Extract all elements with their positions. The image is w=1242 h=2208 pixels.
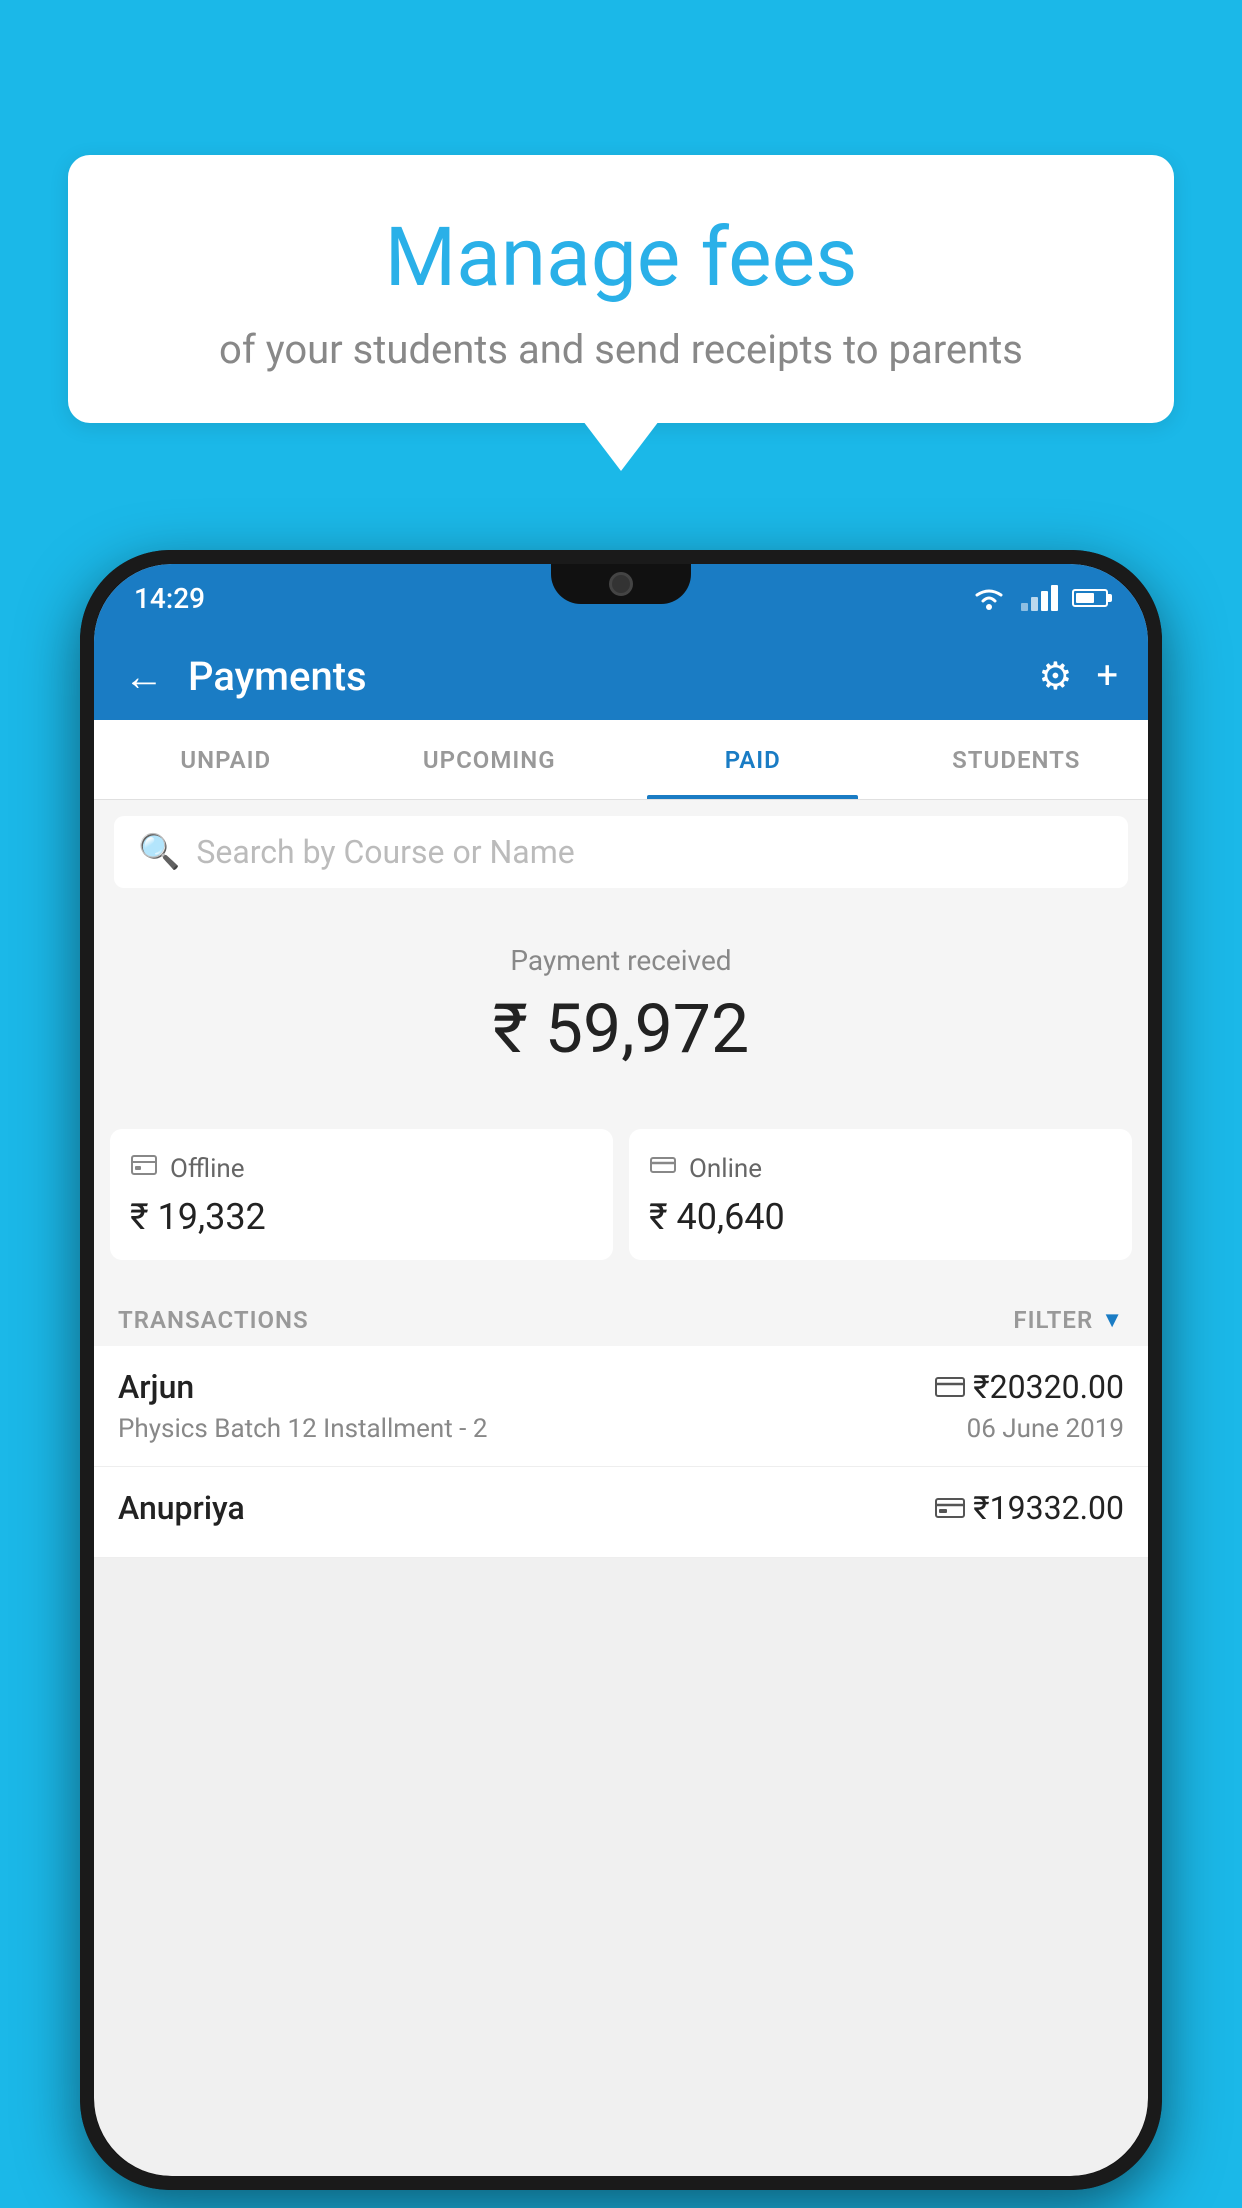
app-bar-icons: ⚙ + [1038,654,1118,699]
online-label: Online [689,1154,762,1184]
offline-card-header: Offline [130,1151,593,1186]
speech-bubble: Manage fees of your students and send re… [68,155,1174,423]
phone-body: 14:29 [80,550,1162,2190]
speech-bubble-subtext: of your students and send receipts to pa… [128,326,1114,373]
online-amount: ₹ 40,640 [649,1196,1112,1238]
phone-notch [551,564,691,604]
app-bar: ← Payments ⚙ + [94,632,1148,720]
transaction-amount-1: ₹20320.00 [935,1368,1124,1406]
battery-icon [1072,589,1108,607]
transaction-top-1: Arjun ₹20320.00 [118,1368,1124,1406]
offline-label: Offline [170,1154,245,1184]
transactions-label: TRANSACTIONS [118,1306,309,1334]
transaction-row-1[interactable]: Arjun ₹20320.00 Physics Batch 12 Install… [94,1346,1148,1467]
offline-payment-icon-2 [935,1497,965,1519]
student-name-2: Anupriya [118,1489,245,1527]
add-icon[interactable]: + [1096,654,1118,698]
status-icons [971,585,1108,611]
online-icon [649,1151,677,1186]
signal-icon [1021,585,1058,611]
payment-summary: Payment received ₹ 59,972 [94,904,1148,1129]
transaction-top-2: Anupriya ₹19332.00 [118,1489,1124,1527]
payment-cards: Offline ₹ 19,332 Online ₹ 4 [94,1129,1148,1290]
card-payment-icon-1 [935,1376,965,1398]
course-info-1: Physics Batch 12 Installment - 2 [118,1414,487,1444]
transaction-amount-2: ₹19332.00 [935,1489,1124,1527]
transactions-header: TRANSACTIONS FILTER ▼ [94,1290,1148,1346]
transaction-bottom-1: Physics Batch 12 Installment - 2 06 June… [118,1414,1124,1444]
back-button[interactable]: ← [124,653,164,700]
power-button [1150,800,1162,860]
transaction-row-2[interactable]: Anupriya ₹19332.00 [94,1467,1148,1558]
offline-amount: ₹ 19,332 [130,1196,593,1238]
tabs-bar: UNPAID UPCOMING PAID STUDENTS [94,720,1148,800]
phone-frame: 14:29 [80,550,1162,2208]
app-title: Payments [188,653,1038,700]
student-name-1: Arjun [118,1368,194,1406]
volume-button [80,850,92,930]
search-container: 🔍 Search by Course or Name [94,800,1148,904]
offline-icon [130,1151,158,1186]
search-bar[interactable]: 🔍 Search by Course or Name [114,816,1128,888]
tab-students[interactable]: STUDENTS [885,720,1149,799]
filter-icon: ▼ [1101,1307,1124,1333]
transaction-date-1: 06 June 2019 [967,1414,1124,1444]
power-button-2 [1150,890,1162,1010]
filter-button[interactable]: FILTER ▼ [1013,1306,1124,1334]
wifi-icon [971,585,1007,611]
battery-fill [1076,593,1094,603]
tab-unpaid[interactable]: UNPAID [94,720,358,799]
search-placeholder: Search by Course or Name [196,833,574,871]
online-card-header: Online [649,1151,1112,1186]
tab-paid[interactable]: PAID [621,720,885,799]
phone-screen: 14:29 [94,564,1148,2176]
camera [609,572,633,596]
payment-received-label: Payment received [114,944,1128,977]
settings-icon[interactable]: ⚙ [1038,654,1072,699]
offline-payment-card: Offline ₹ 19,332 [110,1129,613,1260]
search-icon: 🔍 [138,832,180,872]
speech-bubble-heading: Manage fees [128,210,1114,306]
status-time: 14:29 [134,582,205,615]
online-payment-card: Online ₹ 40,640 [629,1129,1132,1260]
payment-total-amount: ₹ 59,972 [114,989,1128,1069]
tab-upcoming[interactable]: UPCOMING [358,720,622,799]
